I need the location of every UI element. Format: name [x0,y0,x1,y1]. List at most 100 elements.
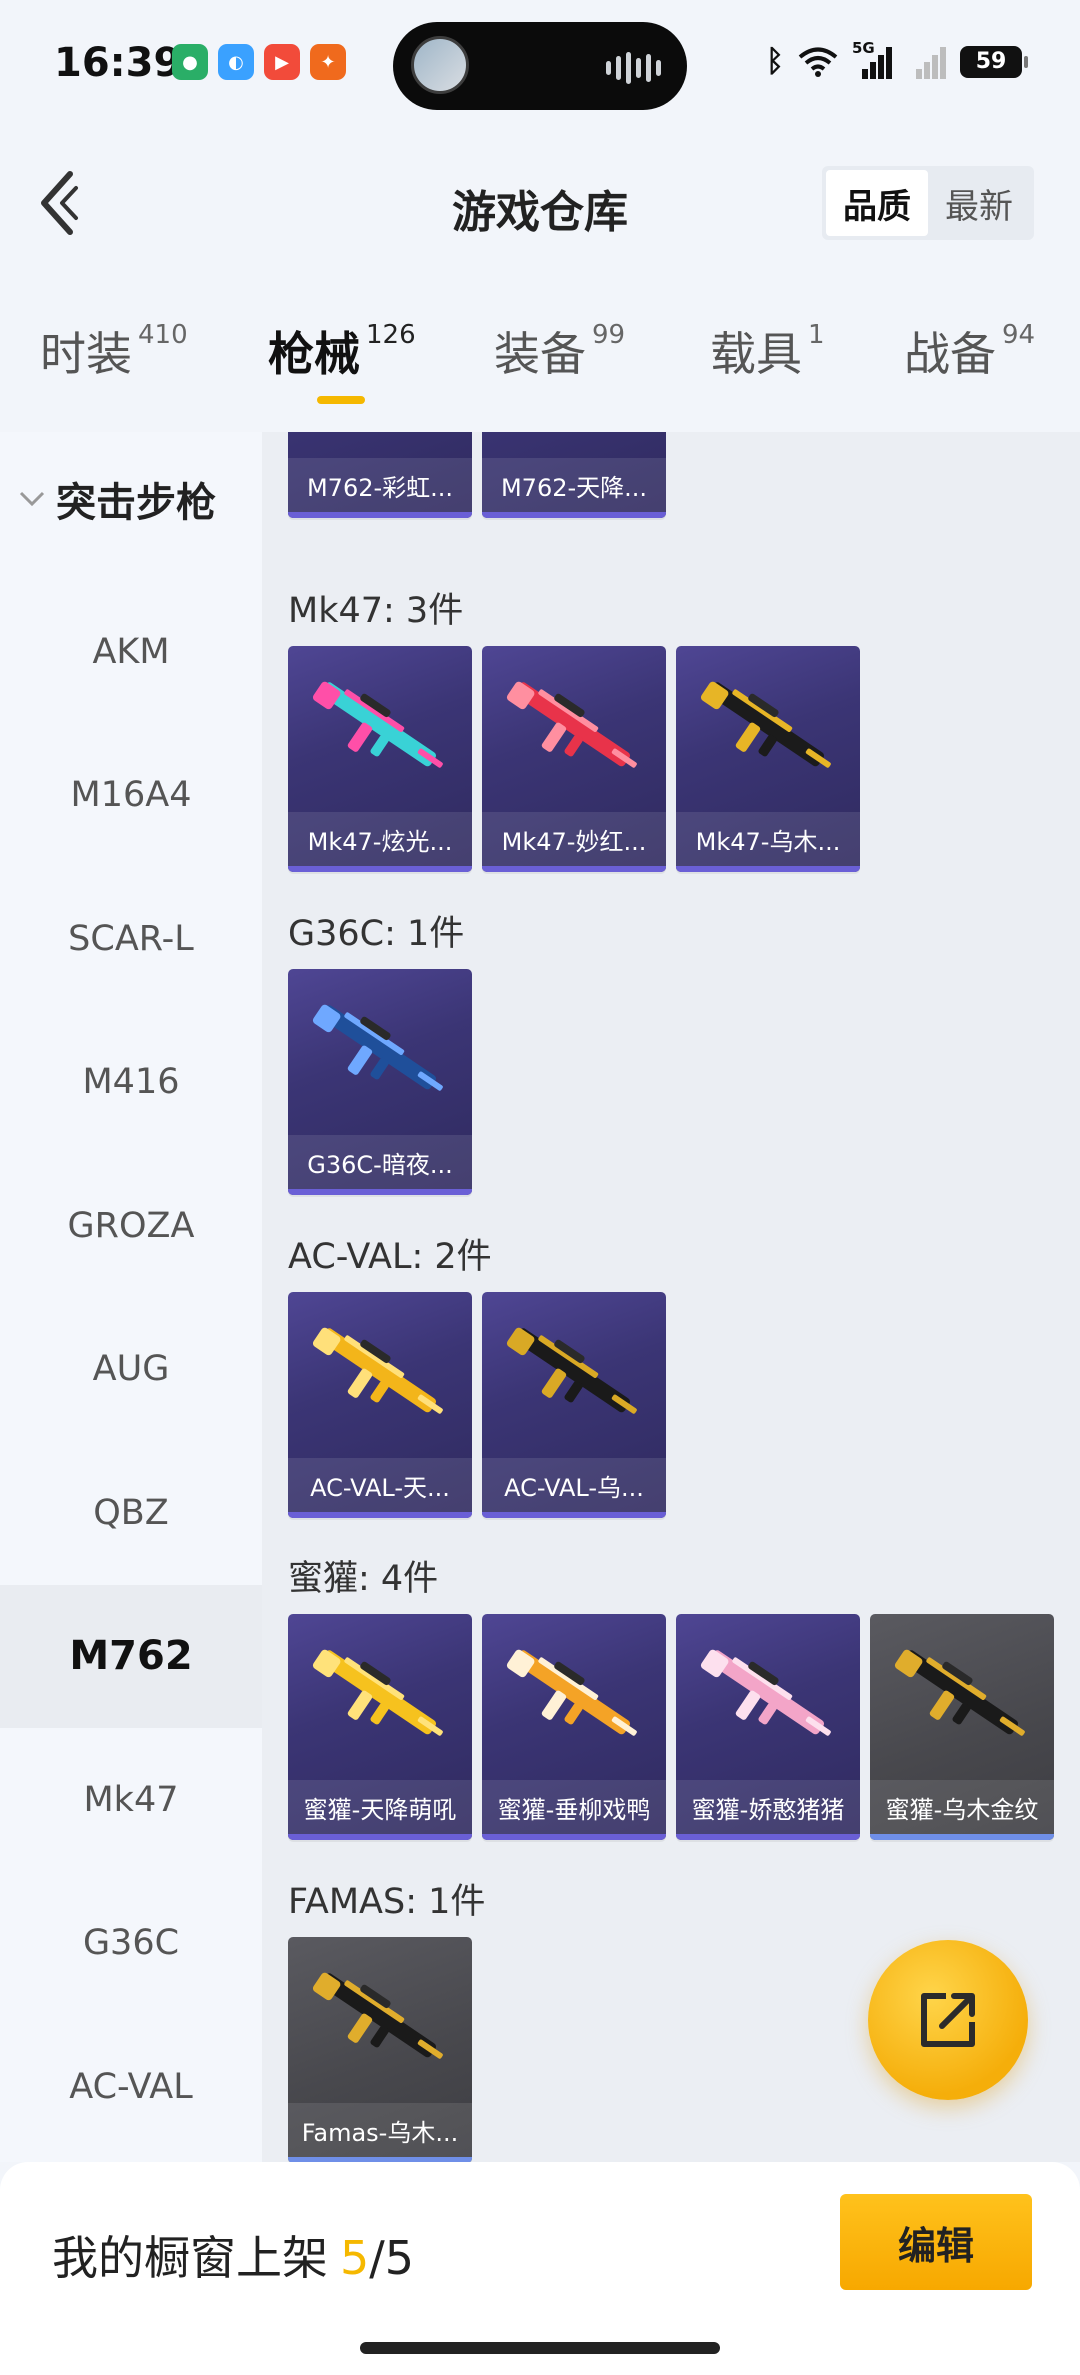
gun-skin-icon [700,1649,831,1736]
showcase-status: 我的橱窗上架 5 /5 [52,2222,414,2288]
chevron-left-icon [41,171,78,235]
showcase-label: 我的橱窗上架 [52,2231,328,2285]
skin-name: 蜜獾-垂柳戏鸭 [482,1780,666,1834]
sidebar-group-assault-rifles[interactable]: 突击步枪 [18,470,216,528]
showcase-total-count: /5 [369,2231,415,2285]
tab-count: 99 [592,320,626,350]
gun-skin-icon [306,432,454,440]
status-time: 16:39 [54,40,182,86]
skin-card[interactable]: 蜜獾-天降萌吼 [288,1614,472,1840]
skin-card[interactable]: 蜜獾-垂柳戏鸭 [482,1614,666,1840]
section-title: FAMAS: 1件 [288,1882,486,1922]
tab-label: 时装 [40,327,132,381]
skin-name: M762-天降... [482,458,666,512]
tab-supplies[interactable]: 战备 94 [904,318,1035,408]
tab-count: 1 [808,320,825,350]
gun-skin-icon [312,681,443,768]
skin-name: Famas-乌木... [288,2103,472,2157]
sidebar-item-scar-l[interactable]: SCAR-L [0,867,262,1010]
tab-label: 载具 [710,327,802,381]
skin-card[interactable]: AC-VAL-天... [288,1292,472,1518]
gun-skin-icon [312,1649,443,1736]
dynamic-island[interactable] [393,22,687,110]
tab-count: 126 [366,320,416,350]
tab-guns[interactable]: 枪械 126 [268,318,416,408]
tab-equipment[interactable]: 装备 99 [494,318,625,408]
gun-skin-icon [506,1327,637,1414]
skin-card[interactable]: Mk47-乌木... [676,646,860,872]
gun-skin-icon [312,1972,443,2059]
sidebar-item-mk47[interactable]: Mk47 [0,1728,262,1871]
bluetooth-icon: ᛒ [766,44,784,79]
sidebar-group-label: 突击步枪 [56,480,216,526]
skin-card[interactable]: Famas-乌木... [288,1937,472,2162]
skin-name: M762-彩虹... [288,458,472,512]
skin-name: 蜜獾-天降萌吼 [288,1780,472,1834]
taobao-icon: ✦ [310,44,346,80]
sidebar-item-akm[interactable]: AKM [0,580,262,723]
tab-label: 枪械 [268,327,360,381]
section-title: Mk47: 3件 [288,591,464,631]
skin-card[interactable]: Mk47-炫光... [288,646,472,872]
gun-skin-icon [894,1649,1025,1736]
sidebar-item-m762[interactable]: M762 [0,1584,262,1728]
sidebar-item-g36c[interactable]: G36C [0,1872,262,2015]
video-icon: ▶ [264,44,300,80]
weapon-type-sidebar[interactable]: 突击步枪 AKM M16A4 SCAR-L M416 GROZA AUG QBZ M762 Mk… [0,432,262,2162]
skin-card[interactable]: 蜜獾-乌木金纹 [870,1614,1054,1840]
home-indicator[interactable] [360,2342,720,2354]
sort-newest-button[interactable]: 最新 [928,170,1030,236]
tab-fashion[interactable]: 时装 410 [40,318,188,408]
signal-5g-icon: 5G [852,39,892,79]
skin-name: Mk47-妙红... [482,812,666,866]
battery-level: 59 [975,49,1007,74]
active-tab-indicator [317,396,365,404]
item-grid[interactable]: M762-彩虹... M762-天降... Mk47: 3件 Mk47-炫光... Mk… [262,432,1080,2162]
section-title: AC-VAL: 2件 [288,1237,492,1277]
sort-quality-button[interactable]: 品质 [826,170,928,236]
skin-card[interactable]: M762-彩虹... [288,432,472,518]
skin-card[interactable]: 蜜獾-娇憨猪猪 [676,1614,860,1840]
gun-skin-icon [312,1327,443,1414]
sort-toggle: 品质 最新 [822,166,1034,240]
showcase-current-count: 5 [340,2231,370,2285]
chevron-down-icon [19,491,45,507]
audio-wave-icon [606,52,661,84]
status-bar: 16:39 ● ◐ ▶ ✦ ᛒ 5G 59 [0,0,1080,130]
tab-label: 装备 [494,327,586,381]
share-export-icon [921,1993,975,2047]
signal-secondary-icon [906,45,946,79]
status-app-icons: ● ◐ ▶ ✦ [172,44,346,80]
back-button[interactable] [28,168,88,238]
battery-icon: 59 [960,45,1028,78]
tab-vehicles[interactable]: 载具 1 [710,318,825,408]
skin-name: 蜜獾-娇憨猪猪 [676,1780,860,1834]
skin-name: Mk47-乌木... [676,812,860,866]
sidebar-item-m16a4[interactable]: M16A4 [0,724,262,867]
section-title: G36C: 1件 [288,914,465,954]
sidebar-item-aug[interactable]: AUG [0,1298,262,1441]
gun-skin-icon [700,681,831,768]
skin-name: 蜜獾-乌木金纹 [870,1780,1054,1834]
skin-card[interactable]: M762-天降... [482,432,666,518]
showcase-bar: 我的橱窗上架 5 /5 编辑 [0,2162,1080,2375]
tab-count: 410 [138,320,188,350]
skin-card[interactable]: AC-VAL-乌... [482,1292,666,1518]
wechat-icon: ● [172,44,208,80]
category-tabs: 时装 410 枪械 126 装备 99 载具 1 战备 94 [0,318,1080,418]
sidebar-item-ac-val[interactable]: AC-VAL [0,2015,262,2158]
sidebar-item-groza[interactable]: GROZA [0,1154,262,1297]
edit-button[interactable]: 编辑 [840,2194,1032,2290]
section-title: 蜜獾: 4件 [288,1559,439,1599]
skin-card[interactable]: Mk47-妙红... [482,646,666,872]
skin-card[interactable]: G36C-暗夜... [288,969,472,1195]
sidebar-item-m416[interactable]: M416 [0,1011,262,1154]
tab-count: 94 [1002,320,1036,350]
gun-skin-icon [506,681,637,768]
sidebar-item-qbz[interactable]: QBZ [0,1441,262,1584]
tab-label: 战备 [904,327,996,381]
share-button[interactable] [868,1940,1028,2100]
wifi-icon [798,47,838,77]
qq-browser-icon: ◐ [218,44,254,80]
skin-name: Mk47-炫光... [288,812,472,866]
